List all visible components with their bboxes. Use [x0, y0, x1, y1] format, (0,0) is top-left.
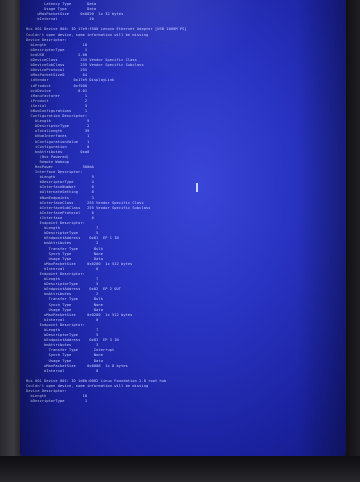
monitor-bezel-left [0, 0, 22, 482]
monitor-bezel-bottom [0, 456, 360, 482]
text-cursor [196, 183, 198, 192]
terminal-output: Latency Type Data Usage Type Data wMaxPa… [26, 2, 342, 458]
terminal-line: bDescriptorType 1 [26, 399, 88, 404]
monitor-bezel-right [344, 0, 360, 482]
monitor-screen: Latency Type Data Usage Type Data wMaxPa… [20, 0, 346, 458]
